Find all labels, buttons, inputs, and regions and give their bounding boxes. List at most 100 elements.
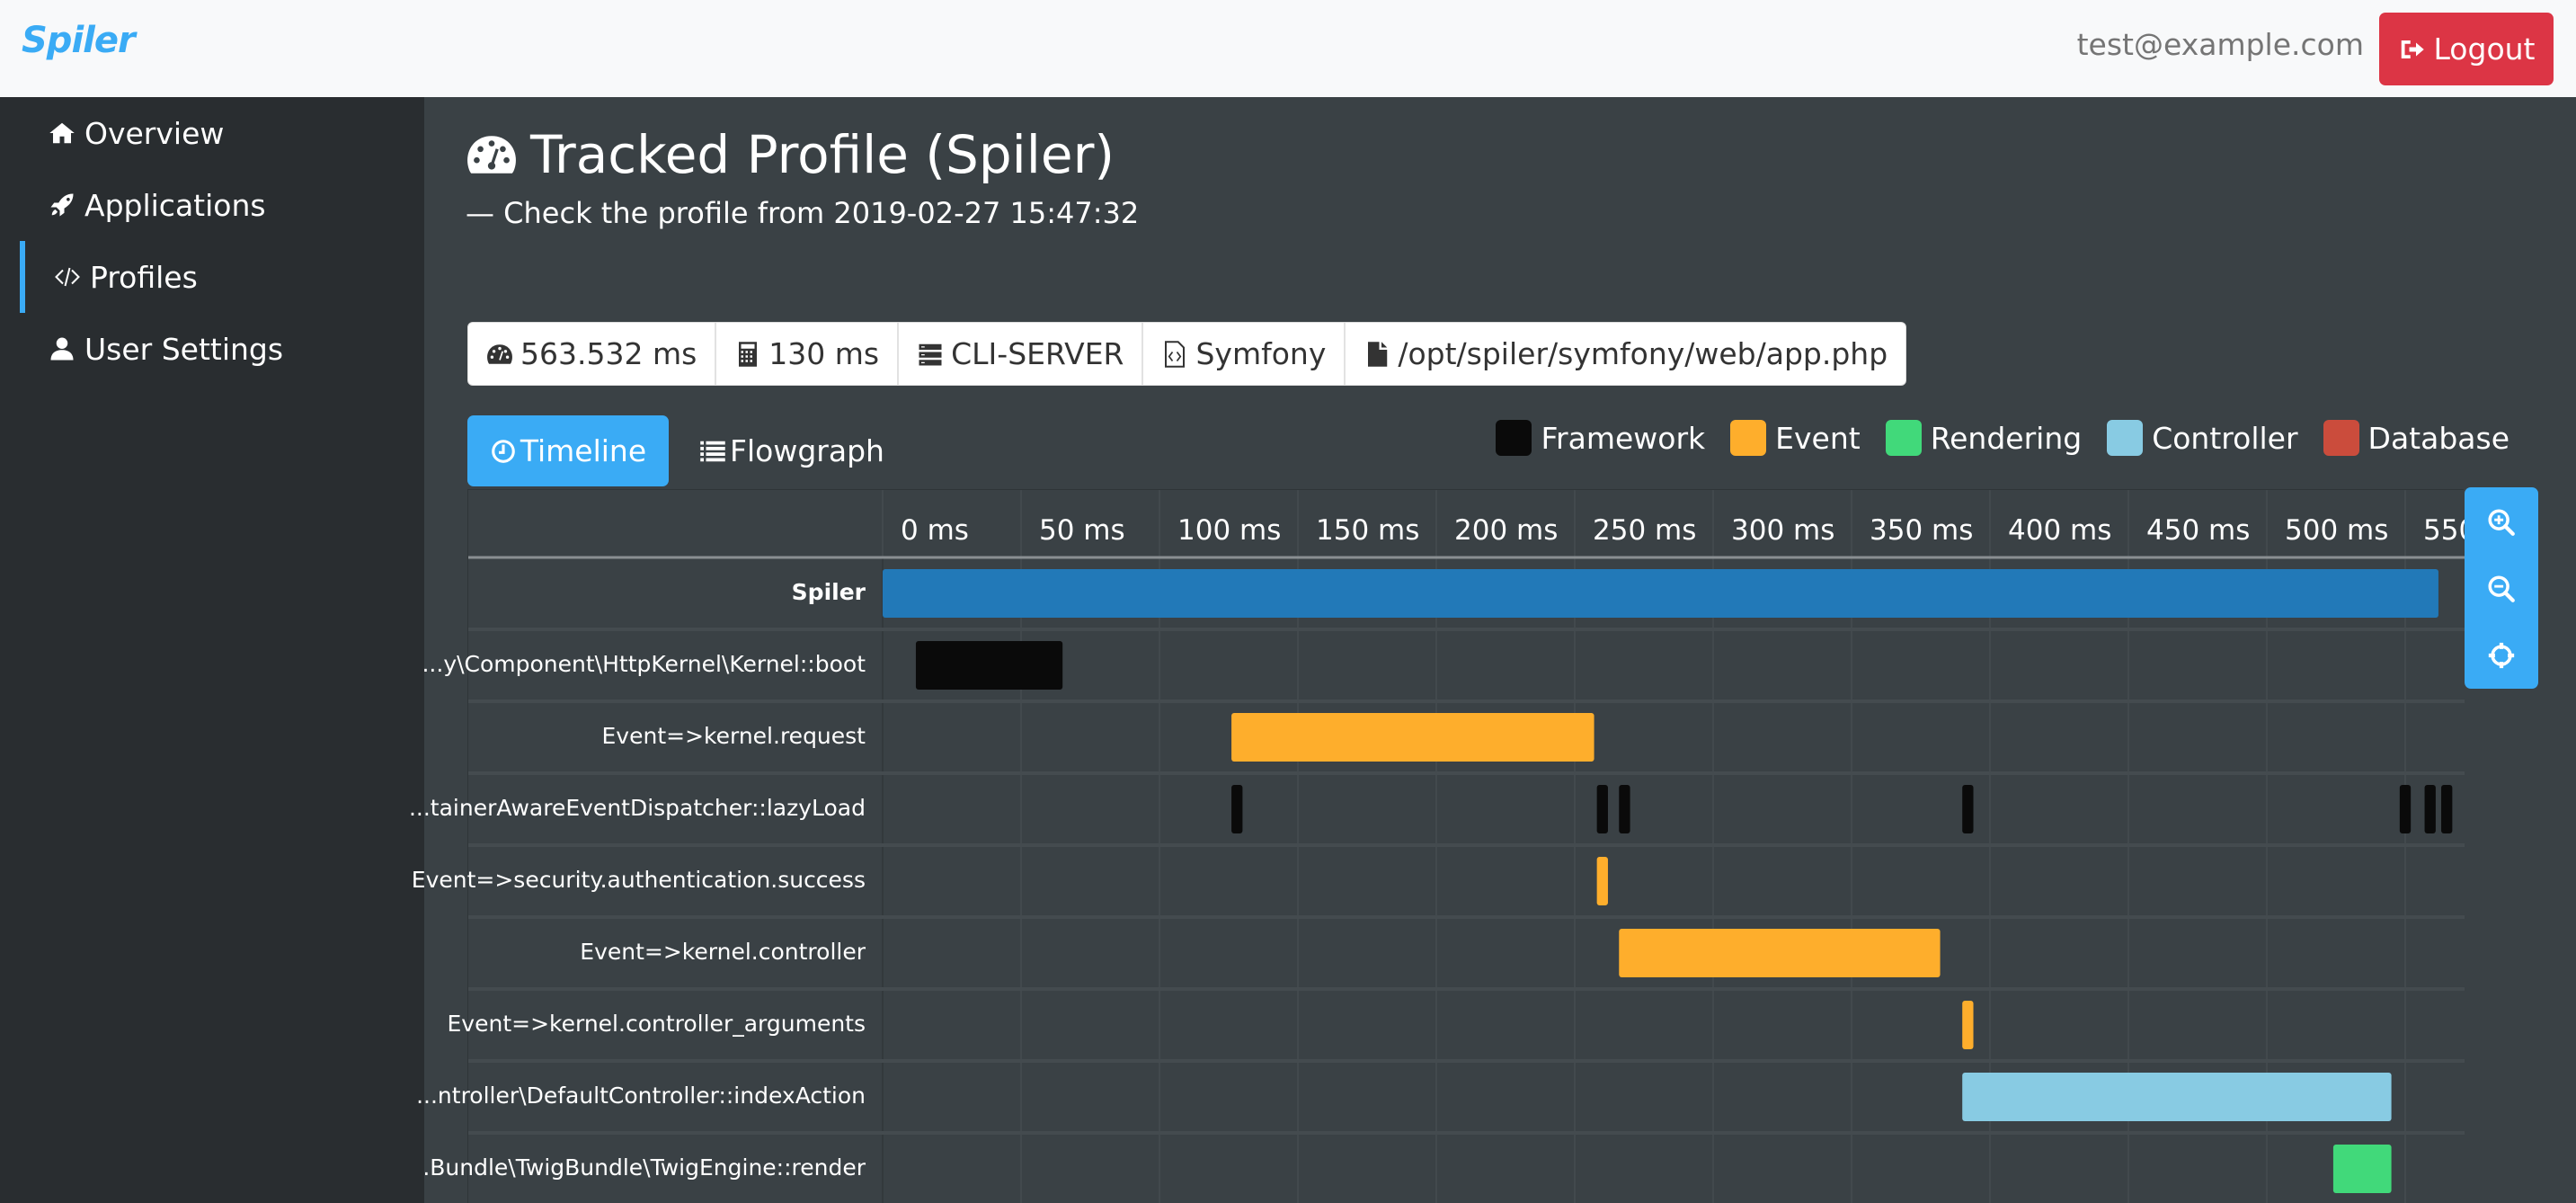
sidebar-item-label: User Settings (84, 331, 284, 367)
timeline-bar (1596, 785, 1608, 833)
tick-label: 150 ms (1316, 514, 1419, 547)
legend-label: Database (2367, 420, 2509, 456)
timeline-bar (883, 569, 2438, 618)
legend-swatch (1496, 420, 1532, 456)
clock-icon (492, 439, 515, 463)
row-label: ...y\Component\HttpKernel\Kernel::boot (422, 651, 866, 677)
legend-swatch (2323, 420, 2359, 456)
tab-label: Flowgraph (730, 433, 884, 468)
legend-swatch (1885, 420, 1922, 456)
app-logo[interactable]: Spiler (22, 20, 136, 61)
tick-label: 100 ms (1177, 514, 1281, 547)
timeline-bar (1962, 785, 1974, 833)
info-value: /opt/spiler/symfony/web/app.php (1398, 336, 1888, 371)
logout-button[interactable]: Logout (2379, 13, 2554, 85)
zoom-in-icon (2488, 509, 2515, 536)
tachometer-icon (487, 343, 512, 364)
code-icon (55, 267, 80, 287)
legend-label: Event (1775, 420, 1861, 456)
crosshair-icon (2488, 642, 2515, 669)
zoom-out-icon (2488, 575, 2515, 602)
tab-label: Timeline (520, 433, 647, 468)
sidebar: Overview Applications Profiles User Sett… (0, 97, 424, 1203)
timeline-bar (2441, 785, 2453, 833)
sidebar-item-label: Overview (84, 115, 225, 151)
file-icon (1368, 341, 1388, 367)
row-label: Event=>kernel.request (601, 723, 866, 749)
reset-zoom-button[interactable] (2465, 622, 2538, 689)
list-icon (700, 441, 725, 461)
page-subtitle: — Check the profile from 2019-02-27 15:4… (466, 196, 1140, 230)
timeline-bar (1596, 857, 1608, 905)
row-label: ...tainerAwareEventDispatcher::lazyLoad (408, 795, 866, 821)
rocket-icon (50, 193, 74, 217)
tick-label: 250 ms (1593, 514, 1696, 547)
tick-label: 0 ms (901, 514, 969, 547)
row-labels: Spiler...y\Component\HttpKernel\Kernel::… (409, 490, 875, 1203)
sidebar-item-user-settings[interactable]: User Settings (0, 313, 424, 385)
zoom-controls (2465, 487, 2538, 689)
info-value: CLI-SERVER (951, 336, 1124, 371)
home-icon (49, 122, 75, 144)
zoom-in-button[interactable] (2465, 489, 2538, 556)
chart-legend: Framework Event Rendering Controller Dat… (1496, 415, 2509, 460)
sidebar-item-label: Applications (84, 187, 266, 223)
tick-label: 550 ms (2423, 514, 2465, 547)
tab-flowgraph[interactable]: Flowgraph (692, 415, 892, 486)
row-label: Event=>kernel.controller (580, 939, 866, 965)
timeline-bar (915, 641, 1063, 690)
tick-label: 500 ms (2285, 514, 2388, 547)
info-value: 130 ms (768, 336, 880, 371)
legend-item-framework: Framework (1496, 420, 1705, 456)
user-email: test@example.com (2076, 27, 2364, 62)
top-navbar: Spiler test@example.com Logout (0, 0, 2576, 97)
timeline-chart[interactable]: 0 ms 50 ms 100 ms 150 ms 200 ms 250 ms 300 ms 3… (409, 489, 2465, 1203)
row-label: Event=>security.authentication.success (411, 867, 866, 893)
info-value: Symfony (1195, 336, 1327, 371)
legend-item-database: Database (2323, 420, 2509, 456)
tick-label: 350 ms (1870, 514, 1973, 547)
row-label: ...ntroller\DefaultController::indexActi… (416, 1083, 866, 1109)
tick-label: 400 ms (2008, 514, 2111, 547)
legend-swatch (2107, 420, 2144, 456)
tick-label: 50 ms (1039, 514, 1125, 547)
info-framework: Symfony (1143, 323, 1346, 385)
profile-info-bar: 563.532 ms 130 ms CLI-SERVER Symfony /op… (467, 322, 1907, 386)
sidebar-item-profiles[interactable]: Profiles (0, 241, 424, 313)
legend-item-controller: Controller (2107, 420, 2298, 456)
sign-out-icon (2401, 40, 2424, 58)
sidebar-item-overview[interactable]: Overview (0, 97, 424, 169)
tick-label: 450 ms (2146, 514, 2250, 547)
timeline-bar (1231, 713, 1594, 762)
timeline-bar (1231, 785, 1243, 833)
info-script: /opt/spiler/symfony/web/app.php (1346, 323, 1905, 385)
timeline-bar (1962, 1001, 1974, 1049)
legend-label: Rendering (1930, 420, 2083, 456)
info-total-time: 563.532 ms (468, 323, 717, 385)
legend-swatch (1730, 420, 1767, 456)
legend-label: Controller (2152, 420, 2298, 456)
timeline-bar (2332, 1145, 2392, 1193)
timeline-bar (2424, 785, 2436, 833)
zoom-out-button[interactable] (2465, 556, 2538, 622)
user-icon (50, 337, 74, 361)
tachometer-icon (467, 136, 516, 174)
sidebar-item-applications[interactable]: Applications (0, 169, 424, 241)
sidebar-item-label: Profiles (90, 259, 198, 295)
row-label: Spiler (791, 579, 866, 605)
page-title-text: Tracked Profile (Spiler) (530, 124, 1115, 185)
tab-timeline[interactable]: Timeline (467, 415, 669, 486)
logout-label: Logout (2433, 31, 2536, 67)
info-cpu-time: 130 ms (716, 323, 900, 385)
timeline-bar (1619, 929, 1941, 977)
legend-item-rendering: Rendering (1885, 420, 2083, 456)
legend-item-event: Event (1730, 420, 1861, 456)
row-label: .Bundle\TwigBundle\TwigEngine::render (422, 1154, 866, 1181)
timeline-bar (2399, 785, 2412, 833)
server-icon (919, 343, 942, 365)
tick-label: 300 ms (1731, 514, 1834, 547)
row-label: Event=>kernel.controller_arguments (447, 1011, 866, 1037)
page-title: Tracked Profile (Spiler) (466, 124, 1115, 185)
calculator-icon (739, 341, 758, 367)
timeline-bar (1962, 1073, 2392, 1121)
